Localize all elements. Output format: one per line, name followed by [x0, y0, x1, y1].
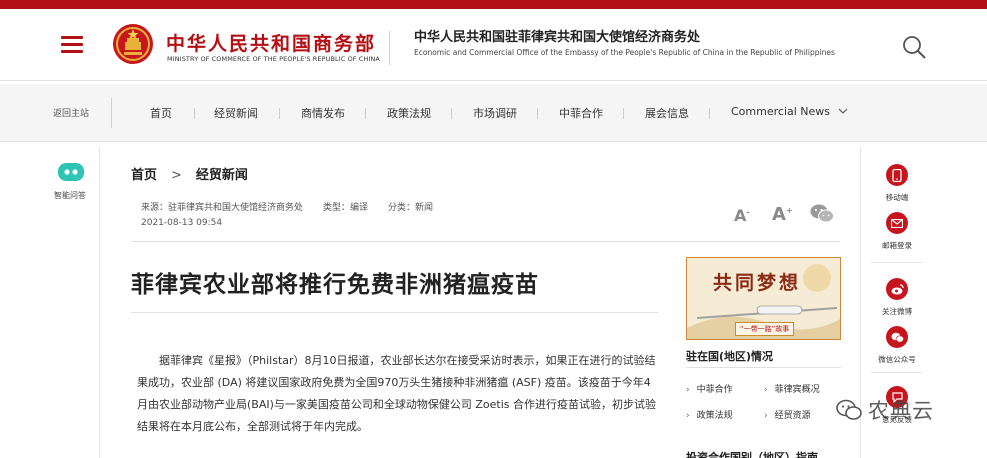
article-category: 分类：新闻 [388, 203, 434, 213]
chevron-down-icon[interactable] [838, 108, 848, 115]
header-divider [389, 31, 390, 65]
menu-icon[interactable] [61, 36, 83, 53]
wechat-tool[interactable]: 微信公众号 [861, 326, 933, 365]
ministry-name-en: MINISTRY OF COMMERCE OF THE PEOPLE'S REP… [167, 55, 380, 63]
chatbot-icon[interactable] [56, 160, 86, 184]
watermark-wechat-icon [836, 399, 862, 420]
title-divider [131, 312, 659, 313]
banner-title: 共同梦想 [713, 272, 802, 294]
country-info-heading: 驻在国(地区)情况 [686, 350, 774, 363]
font-decrease-button[interactable]: A- [734, 206, 750, 225]
email-tool[interactable]: 邮箱登录 [861, 212, 933, 251]
ministry-name-cn: 中华人民共和国商务部 [166, 33, 377, 55]
mobile-icon [886, 164, 908, 186]
nav-item-commercial-news[interactable]: Commercial News [731, 105, 830, 118]
nav-item-trade-news[interactable]: 经贸新闻 [214, 105, 258, 121]
font-increase-button[interactable]: A+ [772, 204, 793, 225]
chatbot-label[interactable]: 智能问答 [40, 190, 100, 201]
office-name-en: Economic and Commercial Office of the Em… [414, 48, 835, 57]
sidebar-link-china-philippines[interactable]: › 中菲合作 [686, 382, 733, 395]
sidebar-link-policies[interactable]: › 政策法规 [686, 408, 733, 421]
article-title: 菲律宾农业部将推行免费非洲猪瘟疫苗 [131, 272, 539, 298]
watermark: 农典云 [836, 395, 934, 425]
weibo-tool[interactable]: 关注微博 [861, 278, 933, 317]
article-body: 据菲律宾《星报》（Philstar）8月10日报道，农业部长达尔在接受采访时表示… [137, 354, 657, 433]
nav-item-policies[interactable]: 政策法规 [387, 105, 431, 121]
weibo-icon [886, 278, 908, 300]
back-to-main-site-link[interactable]: 返回主站 [53, 106, 89, 119]
top-accent-bar [0, 0, 987, 9]
common-dream-banner[interactable]: 共同梦想 “一带一路”故事 [686, 257, 841, 340]
sidebar-link-philippines-overview[interactable]: › 菲律宾概况 [764, 382, 820, 395]
article-source: 来源：驻菲律宾共和国大使馆经济商务处 [141, 203, 304, 213]
nav-item-exhibitions[interactable]: 展会信息 [645, 105, 689, 121]
search-icon[interactable] [902, 35, 926, 59]
email-icon [886, 212, 908, 234]
article-meta: 来源：驻菲律宾共和国大使馆经济商务处 类型：编译 分类：新闻 [141, 200, 453, 213]
left-float-panel: 智能问答 [40, 146, 100, 458]
nav-item-market-research[interactable]: 市场调研 [473, 105, 517, 121]
nav-item-china-philippines[interactable]: 中菲合作 [559, 105, 603, 121]
article-type: 类型：编译 [323, 203, 369, 213]
investment-guide-heading[interactable]: 投资合作国别（地区）指南 [686, 449, 818, 458]
wechat-share-icon[interactable] [810, 203, 834, 224]
breadcrumb: 首页 > 经贸新闻 [131, 164, 248, 183]
breadcrumb-current[interactable]: 经贸新闻 [196, 168, 248, 183]
breadcrumb-home[interactable]: 首页 [131, 168, 157, 183]
site-header: 中华人民共和国商务部 MINISTRY OF COMMERCE OF THE P… [0, 9, 987, 81]
breadcrumb-separator: > [171, 168, 182, 183]
article-date: 2021-08-13 09:54 [141, 218, 223, 228]
nav-item-business-info[interactable]: 商情发布 [301, 105, 345, 121]
nav-item-home[interactable]: 首页 [150, 105, 172, 121]
meta-divider [131, 241, 840, 242]
nav-divider [111, 98, 112, 128]
watermark-text: 农典云 [868, 399, 934, 423]
mobile-tool[interactable]: 移动端 [861, 164, 933, 203]
sidebar-link-trade-resources[interactable]: › 经贸资源 [764, 408, 811, 421]
national-emblem-icon [113, 24, 153, 64]
main-nav: 返回主站 首页 经贸新闻 商情发布 政策法规 市场调研 中菲合作 展会信息 Co… [0, 84, 987, 142]
banner-subtitle: “一带一路”故事 [735, 322, 795, 336]
wechat-icon [886, 326, 908, 348]
sidebar-divider [686, 367, 841, 368]
office-name-cn: 中华人民共和国驻菲律宾共和国大使馆经济商务处 [414, 30, 701, 45]
